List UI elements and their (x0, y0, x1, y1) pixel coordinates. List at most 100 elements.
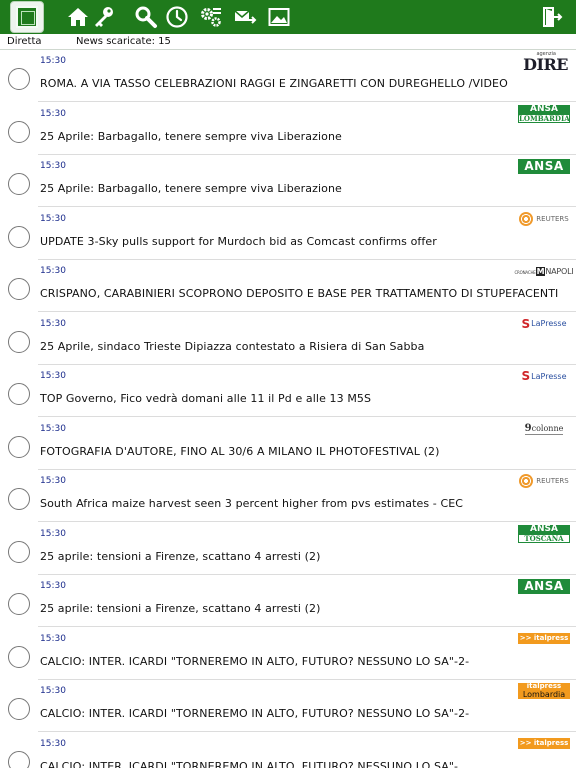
news-title[interactable]: CRISPANO, CARABINIERI SCOPRONO DEPOSITO … (40, 287, 558, 300)
select-radio[interactable] (8, 593, 30, 615)
news-title[interactable]: South Africa maize harvest seen 3 percen… (40, 497, 463, 510)
logo-text: italpress (518, 683, 570, 690)
list-item[interactable]: 15:30 25 Aprile: Barbagallo, tenere sempr… (0, 155, 576, 207)
news-title[interactable]: 25 aprile: tensioni a Firenze, scattano … (40, 550, 320, 563)
news-title[interactable]: UPDATE 3-Sky pulls support for Murdoch b… (40, 235, 437, 248)
source-logo-italpress: >> italpress (518, 735, 570, 753)
logo-text: Lombardia (518, 690, 570, 699)
logout-icon[interactable] (540, 5, 564, 29)
source-logo-9colonne: 9colonne (518, 420, 570, 438)
logo-text: ANSA (518, 578, 570, 594)
news-time: 15:30 (40, 423, 66, 434)
logo-text: NAPOLI (545, 266, 574, 276)
news-title[interactable]: TOP Governo, Fico vedrà domani alle 11 i… (40, 392, 371, 405)
logo-text: LOMBARDIA (518, 113, 570, 123)
source-logo-ansa: ANSA (518, 157, 570, 175)
list-item[interactable]: 15:30 ROMA. A VIA TASSO CELEBRAZIONI RAGG… (0, 50, 576, 102)
logo-text: ANSA (518, 524, 570, 534)
news-time: 15:30 (40, 161, 66, 171)
list-item[interactable]: 15:30 25 Aprile: Barbagallo, tenere sempr… (0, 103, 576, 155)
top-toolbar (0, 0, 576, 34)
list-item[interactable]: 15:30 UPDATE 3-Sky pulls support for Murd… (0, 208, 576, 260)
news-time: 15:30 (40, 108, 66, 119)
news-title[interactable]: CALCIO: INTER. ICARDI "TORNEREMO IN ALTO… (40, 707, 469, 720)
news-title[interactable]: CALCIO: INTER. ICARDI "TORNEREMO IN ALTO… (40, 760, 458, 768)
logo-text: colonne (531, 423, 564, 433)
logo-text: REUTERS (536, 214, 569, 223)
news-time: 15:30 (40, 528, 66, 539)
news-title[interactable]: 25 Aprile: Barbagallo, tenere sempre viv… (40, 130, 342, 143)
news-time: 15:30 (40, 213, 66, 224)
settings-icon[interactable] (199, 5, 223, 29)
news-title[interactable]: CALCIO: INTER. ICARDI "TORNEREMO IN ALTO… (40, 655, 469, 668)
select-radio[interactable] (8, 540, 30, 563)
lapresse-mark-icon: S (521, 369, 531, 383)
logo-mark-icon: M (535, 266, 546, 276)
logo-text: 9 (524, 422, 532, 434)
news-time: 15:30 (40, 581, 66, 591)
select-radio[interactable] (8, 435, 30, 458)
select-radio[interactable] (8, 225, 30, 248)
select-radio[interactable] (8, 645, 30, 668)
list-item[interactable]: 15:30 CALCIO: INTER. ICARDI "TORNEREMO IN… (0, 680, 576, 732)
reuters-mark-icon (519, 211, 534, 226)
news-title[interactable]: FOTOGRAFIA D'AUTORE, FINO AL 30/6 A MILA… (40, 445, 439, 458)
news-title[interactable]: 25 Aprile, sindaco Trieste Dipiazza cont… (40, 340, 424, 353)
select-radio[interactable] (8, 68, 30, 90)
clock-icon[interactable] (165, 5, 189, 29)
source-logo-dire: agenzia DIRE (518, 51, 570, 74)
news-time: 15:30 (40, 266, 66, 276)
reuters-mark-icon (519, 474, 534, 488)
list-item[interactable]: 15:30 TOP Governo, Fico vedrà domani alle… (0, 365, 576, 417)
select-radio[interactable] (8, 330, 30, 353)
news-title[interactable]: 25 Aprile: Barbagallo, tenere sempre viv… (40, 182, 342, 195)
source-logo-lapresse: S LaPresse (518, 367, 570, 385)
news-time: 15:30 (40, 476, 66, 486)
logo-text: DIRE (523, 55, 568, 74)
source-logo-italpress-lomb: italpress Lombardia (518, 682, 570, 700)
status-mode: Diretta (7, 36, 42, 47)
list-item[interactable]: 15:30 CALCIO: INTER. ICARDI "TORNEREMO IN… (0, 733, 576, 768)
select-radio[interactable] (8, 750, 30, 768)
source-logo-italpress: >> italpress (518, 630, 570, 648)
select-radio[interactable] (8, 698, 30, 720)
list-item[interactable]: 15:30 FOTOGRAFIA D'AUTORE, FINO AL 30/6 A… (0, 418, 576, 470)
image-icon[interactable] (267, 5, 291, 29)
list-item[interactable]: 15:30 CRISPANO, CARABINIERI SCOPRONO DEPO… (0, 260, 576, 312)
select-radio[interactable] (8, 173, 30, 195)
logo-text: REUTERS (536, 477, 569, 485)
news-time: 15:30 (40, 633, 66, 644)
news-title[interactable]: 25 aprile: tensioni a Firenze, scattano … (40, 602, 320, 615)
list-item[interactable]: 15:30 25 aprile: tensioni a Firenze, scat… (0, 523, 576, 575)
logo-text: TOSCANA (518, 533, 570, 543)
source-logo-reuters: REUTERS (518, 472, 570, 490)
list-item[interactable]: 15:30 CALCIO: INTER. ICARDI "TORNEREMO IN… (0, 628, 576, 680)
source-logo-ansa-region: ANSA TOSCANA (518, 524, 570, 543)
news-time: 15:30 (40, 686, 66, 696)
select-radio[interactable] (8, 120, 30, 143)
status-bar: Diretta News scaricate: 15 (0, 34, 576, 50)
app-icon[interactable] (10, 1, 44, 33)
source-logo-ansa: ANSA (518, 577, 570, 595)
news-time: 15:30 (40, 738, 66, 749)
list-item[interactable]: 15:30 25 aprile: tensioni a Firenze, scat… (0, 575, 576, 627)
select-radio[interactable] (8, 488, 30, 510)
home-icon[interactable] (66, 5, 90, 29)
news-list[interactable]: 15:30 ROMA. A VIA TASSO CELEBRAZIONI RAGG… (0, 50, 576, 768)
select-radio[interactable] (8, 278, 30, 300)
news-time: 15:30 (40, 318, 66, 329)
key-icon[interactable] (92, 5, 116, 29)
logo-text: ANSA (518, 158, 570, 174)
logo-text: >> italpress (518, 738, 570, 749)
list-item[interactable]: 15:30 South Africa maize harvest seen 3 p… (0, 470, 576, 522)
search-icon[interactable] (134, 5, 158, 29)
source-logo-ansa-region: ANSA LOMBARDIA (518, 104, 570, 123)
select-radio[interactable] (8, 383, 30, 405)
list-item[interactable]: 15:30 25 Aprile, sindaco Trieste Dipiazza… (0, 313, 576, 365)
logo-text: LaPresse (531, 319, 567, 328)
source-logo-reuters: REUTERS (518, 210, 570, 228)
news-title[interactable]: ROMA. A VIA TASSO CELEBRAZIONI RAGGI E Z… (40, 77, 508, 90)
logo-text: CRONACHE (514, 269, 536, 275)
source-logo-lapresse: S LaPresse (518, 315, 570, 333)
mail-forward-icon[interactable] (233, 5, 257, 29)
